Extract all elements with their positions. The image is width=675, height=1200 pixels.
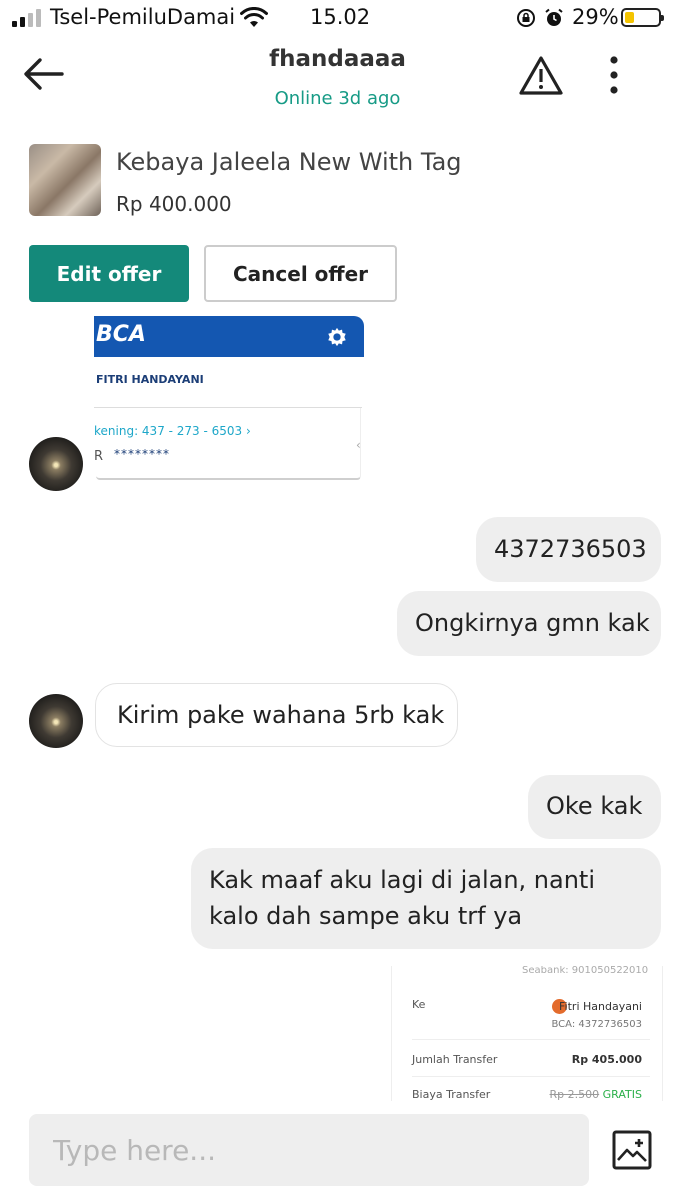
- clock: 15.02: [310, 5, 371, 29]
- edit-offer-button[interactable]: Edit offer: [29, 245, 189, 302]
- message-incoming[interactable]: Kirim pake wahana 5rb kak: [95, 683, 458, 747]
- receipt-fee-value: Rp 2.500 GRATIS: [550, 1088, 642, 1101]
- receipt-fee-original: Rp 2.500: [549, 1088, 600, 1101]
- bca-account-card: [96, 408, 361, 480]
- online-status: Online 3d ago: [274, 88, 401, 109]
- product-price: Rp 400.000: [116, 192, 232, 216]
- more-vertical-icon[interactable]: [600, 54, 628, 98]
- product-thumbnail[interactable]: [29, 144, 101, 216]
- message-outgoing[interactable]: Oke kak: [528, 775, 661, 839]
- cancel-offer-button[interactable]: Cancel offer: [204, 245, 397, 302]
- message-input[interactable]: [29, 1114, 589, 1186]
- gear-icon: [328, 327, 346, 347]
- bca-account-number: kening: 437 - 273 - 6503 ›: [94, 424, 251, 438]
- battery-percent: 29%: [572, 5, 619, 29]
- receipt-fee-label: Biaya Transfer: [412, 1088, 491, 1101]
- signal-icon: [12, 9, 41, 27]
- back-arrow-icon[interactable]: [22, 56, 66, 92]
- warning-icon[interactable]: [518, 55, 564, 97]
- wifi-icon: [240, 7, 268, 27]
- bca-screenshot-image[interactable]: BCA FITRI HANDAYANI kening: 437 - 273 - …: [94, 316, 364, 482]
- product-name[interactable]: Kebaya Jaleela New With Tag: [116, 148, 462, 176]
- receipt-to-name: Fitri Handayani: [559, 1000, 642, 1013]
- transfer-receipt-image[interactable]: Seabank: 901050522010 Ke Fitri Handayani…: [391, 966, 663, 1101]
- message-outgoing[interactable]: Ongkirnya gmn kak: [397, 591, 661, 656]
- receipt-to-label: Ke: [412, 998, 426, 1011]
- bca-balance-prefix: R: [94, 449, 104, 464]
- bca-logo: BCA: [96, 322, 146, 347]
- receipt-amount-label: Jumlah Transfer: [412, 1053, 498, 1066]
- rotation-lock-icon: [517, 9, 535, 27]
- alarm-icon: [545, 8, 563, 26]
- receipt-fee-gratis: GRATIS: [602, 1088, 642, 1101]
- chat-partner-name: fhandaaaa: [269, 46, 406, 72]
- receipt-amount-value: Rp 405.000: [571, 1053, 642, 1066]
- bca-account-name: FITRI HANDAYANI: [96, 373, 204, 386]
- receipt-to-account: BCA: 4372736503: [551, 1019, 642, 1030]
- chevron-left-icon: ‹: [356, 438, 361, 452]
- message-outgoing[interactable]: 4372736503: [476, 517, 661, 582]
- bca-balance-masked: ********: [114, 447, 170, 461]
- message-outgoing[interactable]: Kak maaf aku lagi di jalan, nanti kalo d…: [191, 848, 661, 949]
- image-attach-icon[interactable]: [612, 1130, 652, 1170]
- avatar[interactable]: [29, 694, 83, 748]
- battery-icon: [621, 8, 664, 27]
- battery-level: [625, 12, 634, 23]
- carrier-name: Tsel-PemiluDamai: [50, 5, 236, 29]
- status-bar: Tsel-PemiluDamai 15.02 29%: [0, 0, 675, 36]
- avatar[interactable]: [29, 437, 83, 491]
- receipt-top-partial: Seabank: 901050522010: [522, 966, 649, 976]
